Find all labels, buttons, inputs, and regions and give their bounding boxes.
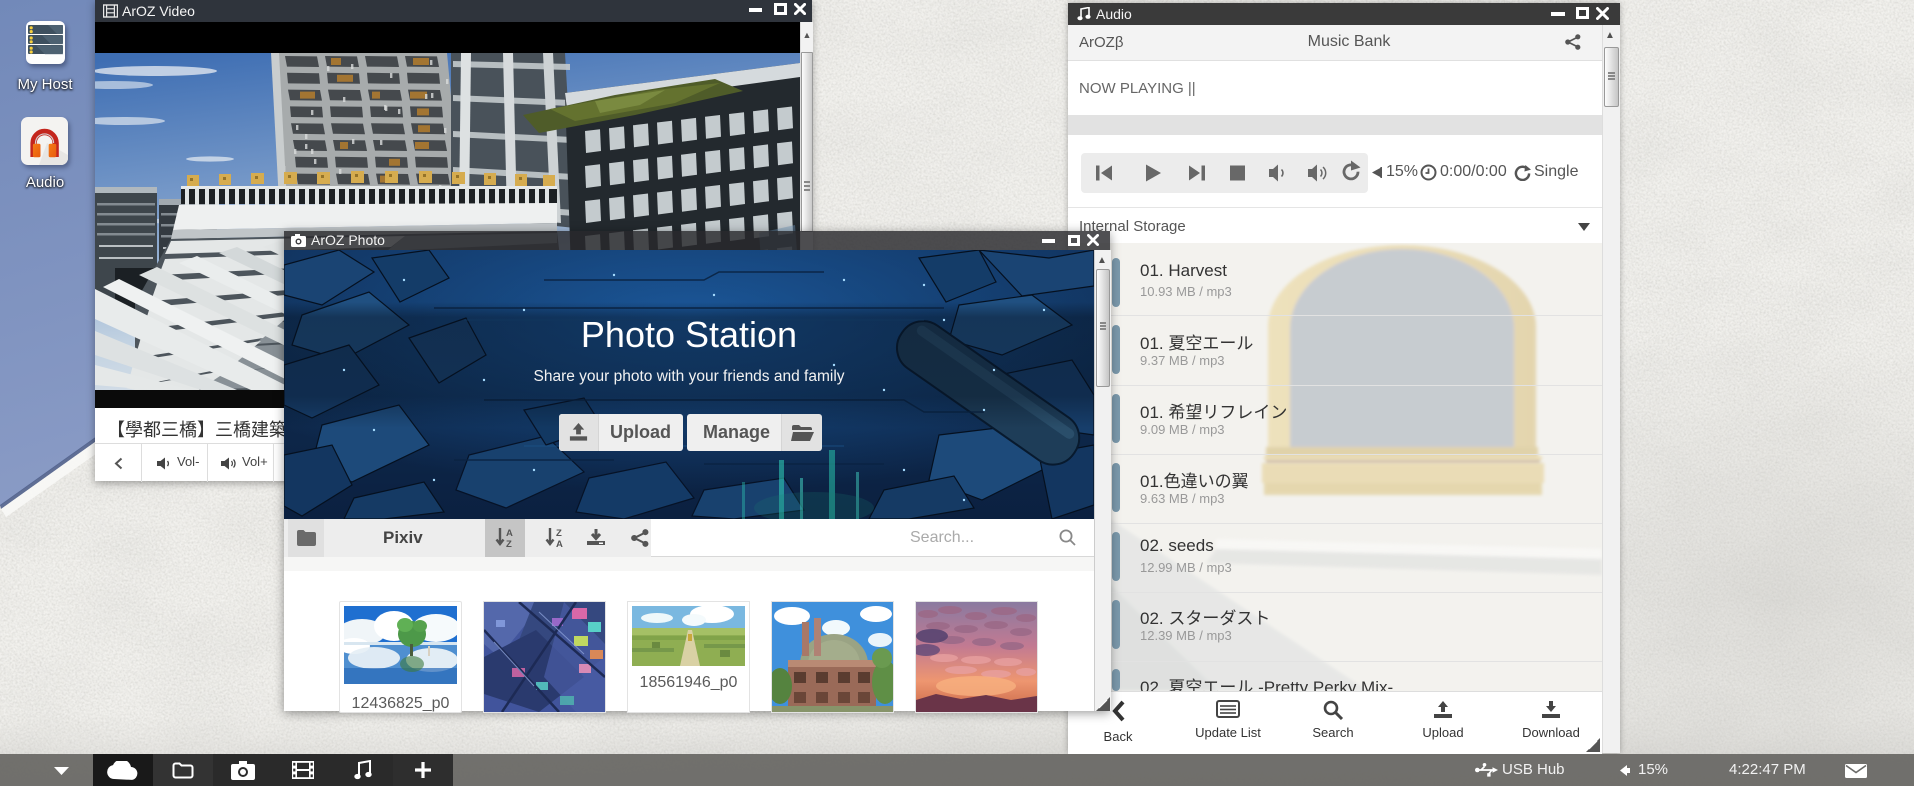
svg-text:A: A (556, 539, 563, 549)
svg-text:Share your photo with your fri: Share your photo with your friends and f… (533, 368, 844, 385)
svg-text:Photo Station: Photo Station (581, 314, 797, 355)
svg-text:Z: Z (506, 539, 512, 549)
svg-text:A: A (506, 528, 513, 539)
svg-text:Z: Z (556, 528, 562, 539)
